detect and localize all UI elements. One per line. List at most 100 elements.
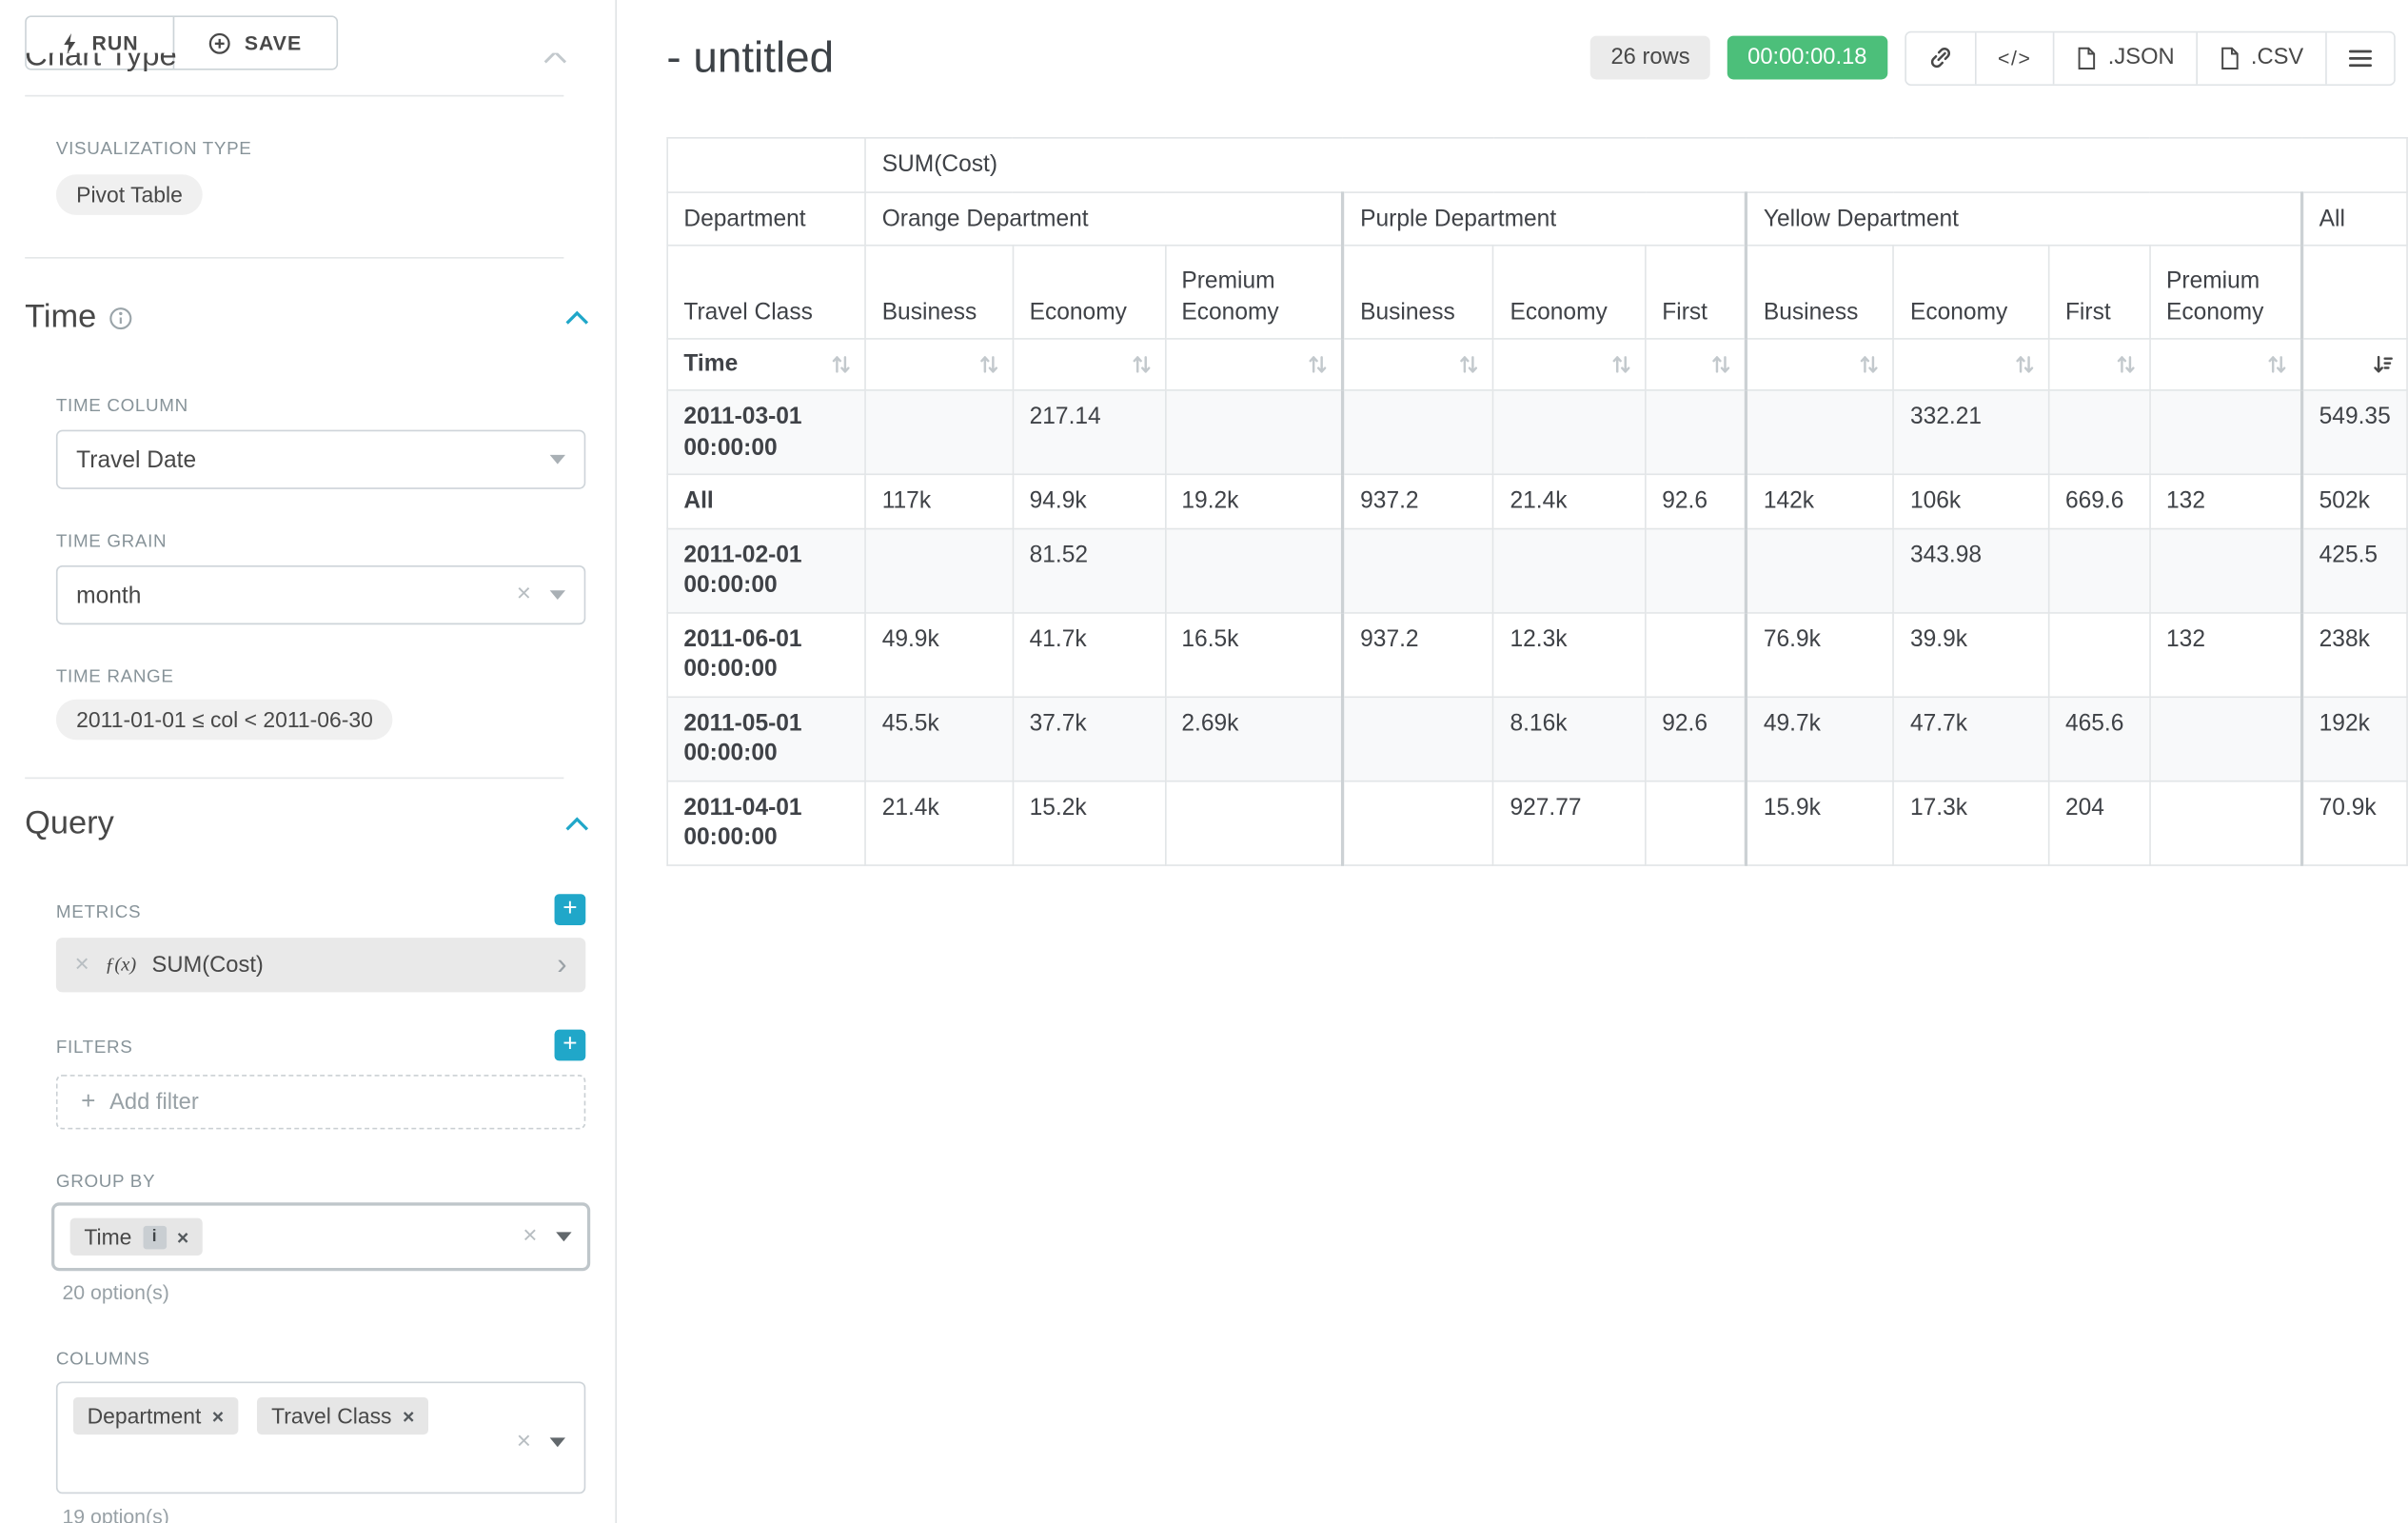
chart-type-heading-text: Chart Type: [25, 53, 588, 75]
table-cell: 12.3k: [1493, 612, 1646, 696]
column-group-header: Orange Department: [866, 191, 1344, 245]
visualization-type-chip[interactable]: Pivot Table: [56, 174, 203, 215]
csv-button-label: .CSV: [2251, 45, 2303, 69]
column-sort-header[interactable]: [2049, 339, 2150, 390]
add-metric-button[interactable]: +: [555, 894, 586, 925]
column-header-row: Travel ClassBusinessEconomyPremium Econo…: [667, 246, 2407, 339]
code-icon: </>: [1998, 46, 2032, 69]
columns-select[interactable]: Department × Travel Class × ×: [56, 1381, 585, 1493]
copy-link-button[interactable]: [1905, 32, 1974, 84]
corner-cell: [667, 138, 865, 191]
table-cell: 47.7k: [1894, 696, 2049, 780]
column-sort-header[interactable]: [1493, 339, 1646, 390]
time-header-label: Time: [683, 349, 738, 380]
collapse-chevron-up-icon[interactable]: [565, 310, 589, 326]
export-json-button[interactable]: .JSON: [2054, 32, 2197, 84]
column-sort-header[interactable]: [1343, 339, 1493, 390]
sort-icon: [2115, 353, 2137, 375]
chart-title: - untitled: [666, 32, 834, 82]
query-section-title: Query: [25, 805, 114, 842]
table-cell: 192k: [2302, 696, 2407, 780]
embed-code-button[interactable]: </>: [1974, 32, 2053, 84]
chart-type-section-heading: Chart Type: [25, 53, 588, 94]
sort-icon: [1610, 353, 1632, 375]
table-cell: 19.2k: [1165, 474, 1343, 527]
clear-icon[interactable]: ×: [517, 1430, 531, 1454]
add-filter-button[interactable]: + Add filter: [56, 1075, 585, 1129]
table-cell: 132: [2150, 612, 2302, 696]
columns-chip[interactable]: Travel Class ×: [257, 1397, 428, 1434]
table-cell: 21.4k: [1493, 474, 1646, 527]
info-badge-icon[interactable]: i: [143, 1225, 167, 1249]
menu-button[interactable]: [2325, 32, 2394, 84]
sort-header-row: Time: [667, 339, 2407, 390]
table-cell: 238k: [2302, 612, 2407, 696]
column-sort-header[interactable]: [866, 339, 1014, 390]
collapse-chevron-up-icon[interactable]: [565, 816, 589, 831]
time-section-header: Time: [25, 299, 588, 336]
column-sort-header[interactable]: [1894, 339, 2049, 390]
save-plus-icon: [208, 32, 230, 54]
save-button-label: SAVE: [245, 31, 302, 55]
sort-icon: [1458, 353, 1480, 375]
columns-chip[interactable]: Department ×: [73, 1397, 238, 1434]
chevron-up-icon[interactable]: [543, 53, 567, 64]
column-header: First: [1646, 246, 1747, 339]
table-cell: 45.5k: [866, 696, 1014, 780]
remove-chip-icon[interactable]: ×: [403, 1404, 414, 1428]
column-sort-header[interactable]: [2150, 339, 2302, 390]
table-cell: 465.6: [2049, 696, 2150, 780]
column-sort-header[interactable]: [2302, 339, 2407, 390]
metric-chip[interactable]: × ƒ(x) SUM(Cost) ›: [56, 938, 585, 992]
clear-icon[interactable]: ×: [523, 1224, 537, 1249]
table-cell: 41.7k: [1013, 612, 1165, 696]
column-group-header: All: [2302, 191, 2407, 245]
info-icon[interactable]: [109, 307, 132, 330]
table-cell: 142k: [1747, 474, 1894, 527]
table-cell: 425.5: [2302, 528, 2407, 612]
clear-icon[interactable]: ×: [517, 583, 531, 607]
table-cell: 49.9k: [866, 612, 1014, 696]
columns-chip-label: Department: [88, 1403, 202, 1428]
time-grain-select[interactable]: month ×: [56, 565, 585, 624]
column-sort-header[interactable]: [1646, 339, 1747, 390]
row-dimension-header: Department: [667, 191, 865, 245]
table-row: 2011-05-01 00:00:0045.5k37.7k2.69k8.16k9…: [667, 696, 2407, 780]
table-cell: [1165, 390, 1343, 474]
table-cell: [2049, 612, 2150, 696]
table-cell: 549.35: [2302, 390, 2407, 474]
time-grain-label: TIME GRAIN: [56, 533, 167, 552]
time-column-select[interactable]: Travel Date: [56, 430, 585, 489]
export-csv-button[interactable]: .CSV: [2197, 32, 2326, 84]
sort-icon: [2014, 353, 2036, 375]
table-cell: [2150, 781, 2302, 864]
expand-caret-icon[interactable]: ›: [557, 950, 566, 979]
time-range-chip[interactable]: 2011-01-01 ≤ col < 2011-06-30: [56, 700, 393, 741]
column-sort-header[interactable]: [1165, 339, 1343, 390]
table-cell: 937.2: [1343, 612, 1493, 696]
group-by-chip[interactable]: Time i ×: [70, 1218, 203, 1256]
remove-chip-icon[interactable]: ×: [177, 1225, 188, 1249]
table-cell: 21.4k: [866, 781, 1014, 864]
column-sort-header[interactable]: [1013, 339, 1165, 390]
sort-icon: [978, 353, 1000, 375]
table-cell: 2.69k: [1165, 696, 1343, 780]
table-cell: 132: [2150, 474, 2302, 527]
remove-metric-icon[interactable]: ×: [75, 953, 89, 978]
time-sort-header[interactable]: Time: [667, 339, 865, 390]
time-column-value: Travel Date: [76, 446, 196, 473]
sort-icon: [1130, 353, 1152, 375]
link-icon: [1927, 45, 1952, 69]
column-sort-header[interactable]: [1747, 339, 1894, 390]
json-file-icon: [2077, 46, 2097, 69]
function-icon: ƒ(x): [105, 953, 136, 977]
add-filter-plus-button[interactable]: +: [555, 1030, 586, 1061]
group-by-select[interactable]: Time i × ×: [51, 1202, 590, 1271]
table-cell: 332.21: [1894, 390, 2049, 474]
table-cell: 39.9k: [1894, 612, 2049, 696]
row-count-badge: 26 rows: [1590, 36, 1710, 80]
table-cell: [1646, 612, 1747, 696]
table-row: 2011-06-01 00:00:0049.9k41.7k16.5k937.21…: [667, 612, 2407, 696]
remove-chip-icon[interactable]: ×: [212, 1404, 224, 1428]
table-cell: 37.7k: [1013, 696, 1165, 780]
